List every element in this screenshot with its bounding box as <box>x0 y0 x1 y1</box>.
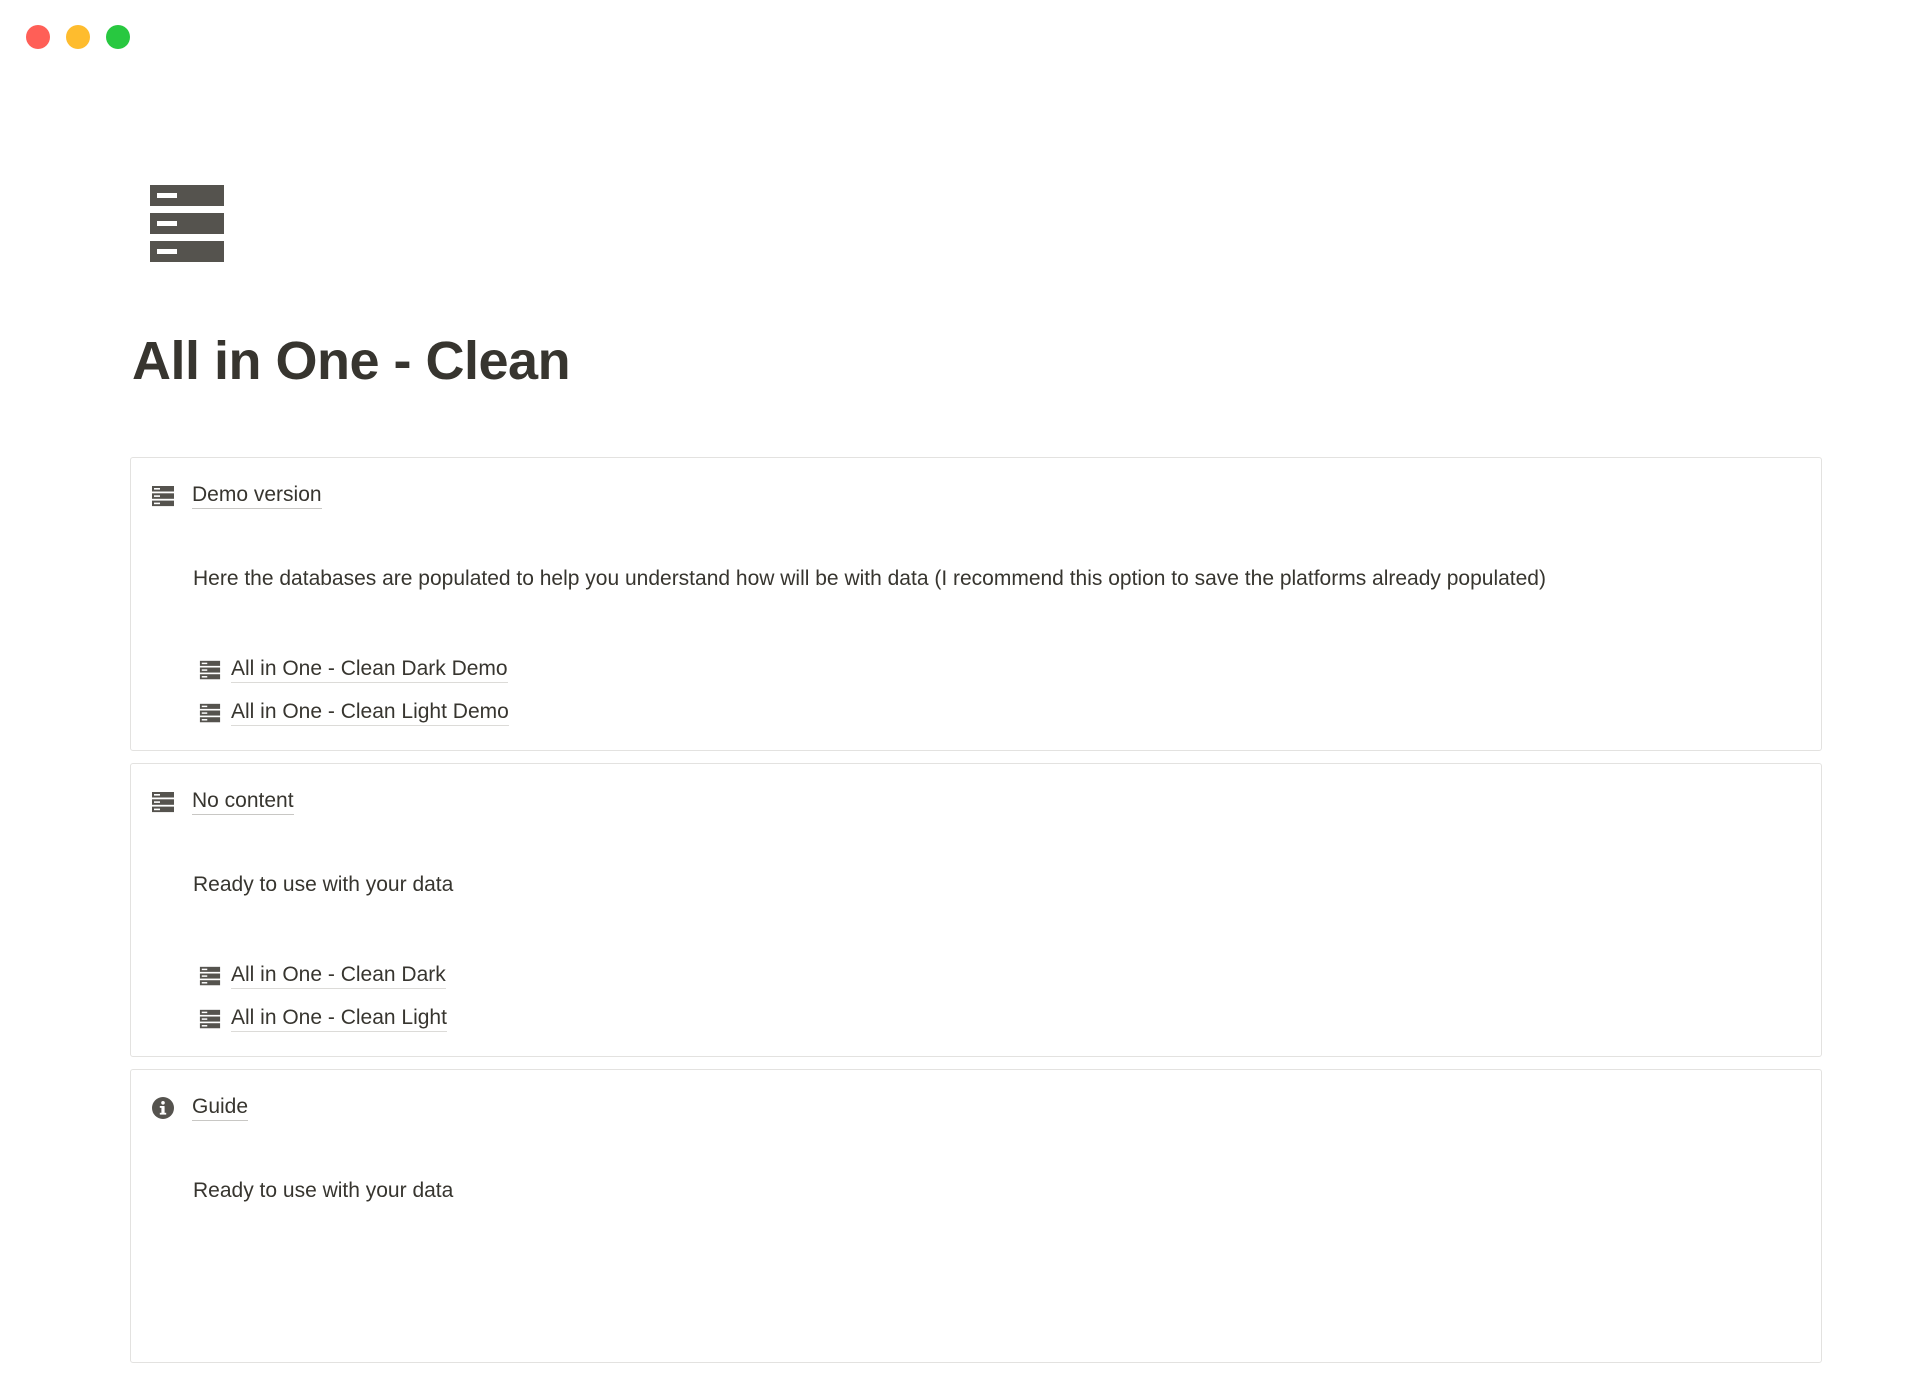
callout-description: Ready to use with your data <box>193 1179 454 1202</box>
page-title: All in One - Clean <box>132 331 571 391</box>
guide-link[interactable]: Guide <box>192 1094 249 1121</box>
list-item[interactable]: All in One - Clean Dark <box>199 954 447 997</box>
callout-link-list: All in One - Clean Dark Demo All in One … <box>199 648 509 734</box>
minimize-window-button[interactable] <box>66 25 90 49</box>
database-icon <box>199 966 221 985</box>
database-icon <box>199 660 221 679</box>
callout-demo-version: Demo version Here the databases are popu… <box>130 457 1822 751</box>
callout-description: Here the databases are populated to help… <box>193 567 1546 590</box>
list-item[interactable]: All in One - Clean Dark Demo <box>199 648 509 691</box>
callout-header: Demo version <box>151 482 322 509</box>
database-icon <box>199 1009 221 1028</box>
zoom-window-button[interactable] <box>106 25 130 49</box>
callout-description: Ready to use with your data <box>193 873 454 896</box>
no-content-link[interactable]: No content <box>192 788 294 815</box>
clean-light-demo-link[interactable]: All in One - Clean Light Demo <box>231 699 509 726</box>
database-icon <box>199 703 221 722</box>
close-window-button[interactable] <box>26 25 50 49</box>
window-controls <box>26 25 130 49</box>
callout-guide: Guide Ready to use with your data <box>130 1069 1822 1363</box>
list-item[interactable]: All in One - Clean Light Demo <box>199 691 509 734</box>
callout-header: Guide <box>151 1094 249 1121</box>
clean-light-link[interactable]: All in One - Clean Light <box>231 1005 447 1032</box>
database-icon <box>152 485 174 506</box>
callout-link-list: All in One - Clean Dark All in One - Cle… <box>199 954 447 1040</box>
demo-version-link[interactable]: Demo version <box>192 482 322 509</box>
clean-dark-demo-link[interactable]: All in One - Clean Dark Demo <box>231 656 508 683</box>
database-icon <box>152 791 174 812</box>
database-icon[interactable] <box>150 185 224 263</box>
callout-list: Demo version Here the databases are popu… <box>130 457 1822 1375</box>
info-icon <box>152 1096 174 1119</box>
callout-header: No content <box>151 788 294 815</box>
callout-no-content: No content Ready to use with your data A… <box>130 763 1822 1057</box>
clean-dark-link[interactable]: All in One - Clean Dark <box>231 962 446 989</box>
list-item[interactable]: All in One - Clean Light <box>199 997 447 1040</box>
